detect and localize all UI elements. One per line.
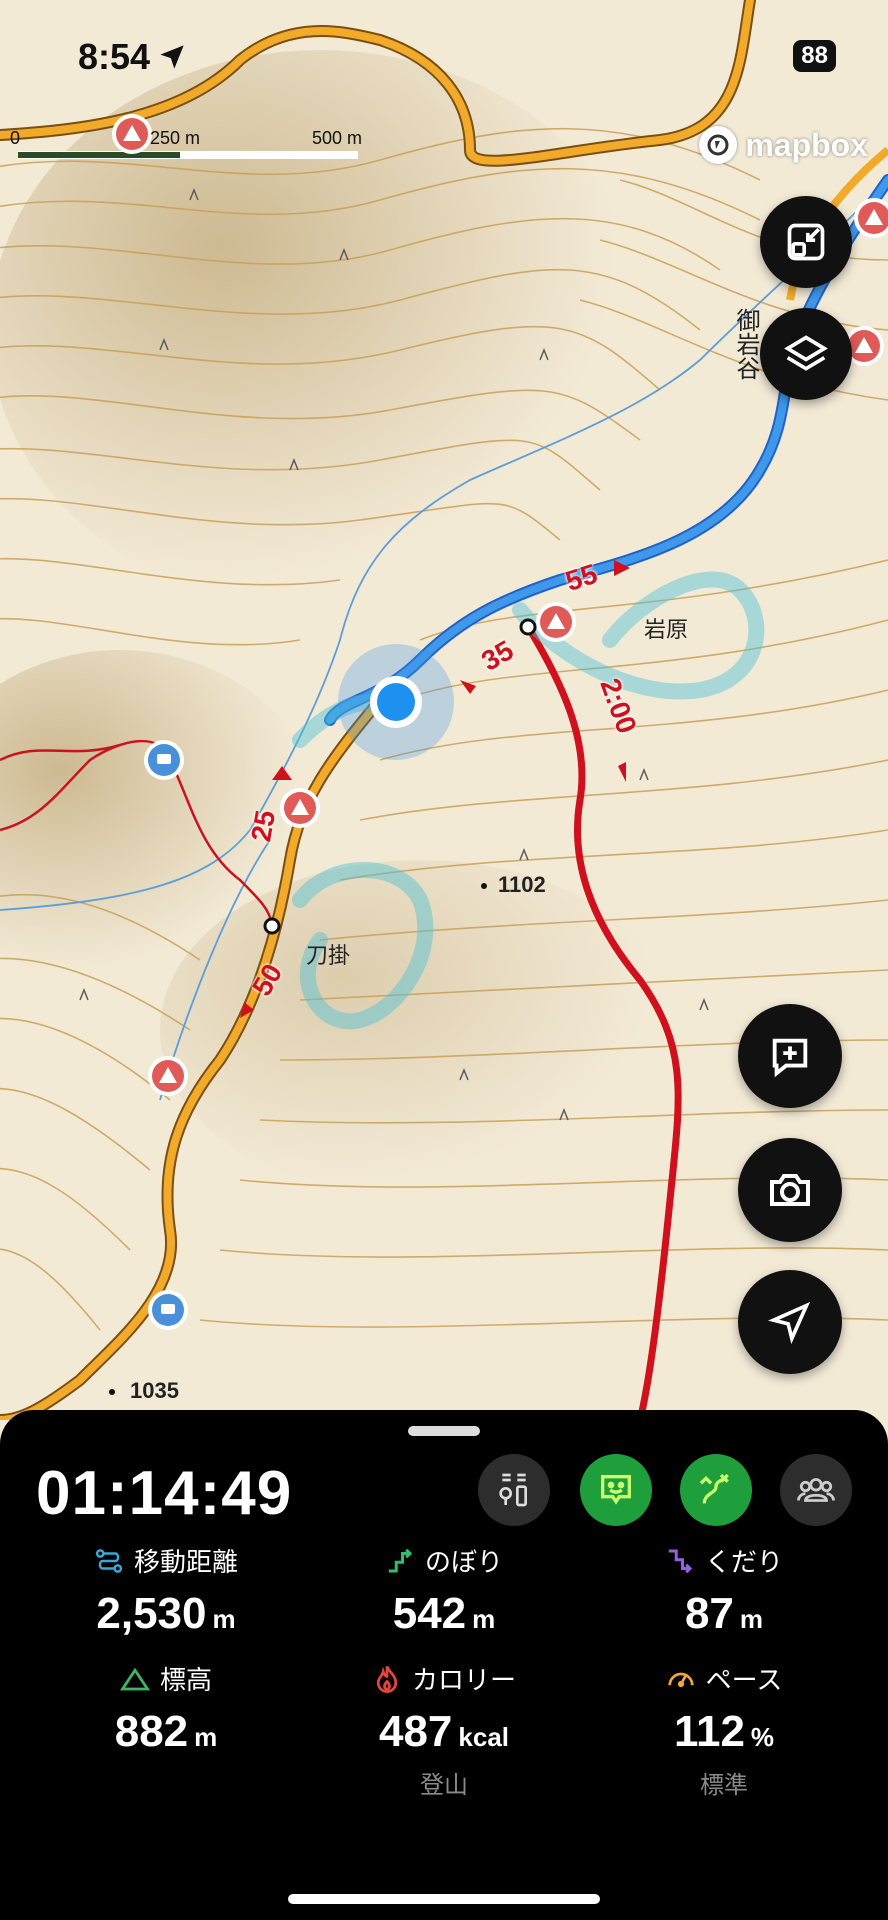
stat-ascent-unit: m (472, 1604, 496, 1634)
stat-pace-unit: % (750, 1722, 775, 1752)
stat-elevation: 標高 882 m (26, 1660, 306, 1757)
speedometer-icon (668, 1672, 694, 1687)
stat-elevation-value: 882 (114, 1707, 189, 1756)
elapsed-time: 01:14:49 (36, 1459, 293, 1528)
stat-pace-sub: 標準 (700, 1772, 748, 1799)
panel-grabber[interactable] (408, 1426, 480, 1436)
stat-distance-label: 移動距離 (133, 1547, 238, 1577)
stat-distance: 移動距離 2,530 m (26, 1542, 306, 1639)
stat-calories-unit: kcal (458, 1722, 510, 1752)
layers-icon (784, 335, 828, 371)
camera-button[interactable] (738, 1138, 842, 1242)
stat-pace-value: 112 (673, 1707, 745, 1756)
label-peak-1035: 1035 (130, 1378, 179, 1403)
stat-elevation-unit: m (194, 1722, 218, 1752)
collapse-button[interactable] (760, 196, 852, 288)
route-pins-icon (499, 1473, 527, 1507)
add-note-button[interactable] (738, 1004, 842, 1108)
mountain-icon (119, 1667, 150, 1690)
stat-calories: カロリー 487 kcal 登山 (304, 1660, 584, 1800)
route-time-25: 25 (245, 807, 282, 844)
stat-distance-unit: m (212, 1604, 236, 1634)
collapse-icon (787, 223, 825, 261)
route-guide-icon (699, 1473, 729, 1504)
status-time-text: 8:54 (78, 36, 151, 77)
flame-icon (376, 1665, 398, 1693)
stat-pace: ペース 112% 標準 (584, 1660, 864, 1800)
group-button[interactable] (780, 1454, 852, 1526)
route-guide-button[interactable] (680, 1454, 752, 1526)
scale-zero-label: 0 (10, 128, 21, 148)
status-time: 8:54 (78, 36, 186, 78)
camera-icon (770, 1174, 810, 1206)
label-iwahara: 岩原 (644, 617, 689, 642)
stat-descent-label: くだり (704, 1547, 783, 1577)
location-services-icon (160, 45, 184, 69)
stat-ascent-value: 542 (392, 1589, 467, 1638)
stat-calories-label: カロリー (411, 1665, 516, 1695)
descent-icon (668, 1549, 693, 1573)
stat-calories-value: 487 (378, 1707, 453, 1756)
route-tool-button[interactable] (478, 1454, 550, 1526)
smile-chat-icon (601, 1475, 631, 1505)
battery-indicator: 88 (793, 40, 836, 72)
mapbox-text: mapbox (745, 126, 868, 163)
locate-button[interactable] (738, 1270, 842, 1374)
ascent-icon (388, 1548, 413, 1572)
scale-end-label: 500 m (312, 128, 363, 148)
stat-ascent-label: のぼり (424, 1547, 503, 1577)
mapbox-logo-icon (699, 126, 738, 164)
stat-descent-value: 87 (684, 1589, 734, 1638)
group-icon (797, 1478, 835, 1502)
home-indicator[interactable] (288, 1894, 600, 1904)
label-peak-1102: 1102 (498, 872, 546, 897)
stat-ascent: のぼり 542 m (304, 1542, 584, 1639)
stat-descent-unit: m (739, 1604, 764, 1634)
add-note-icon (772, 1038, 808, 1078)
label-valley: 御岩谷 (732, 308, 759, 380)
stat-distance-value: 2,530 (96, 1589, 207, 1638)
stat-elevation-label: 標高 (159, 1665, 212, 1695)
mapbox-attribution[interactable]: mapbox (699, 126, 868, 164)
stat-calories-sub: 登山 (420, 1772, 468, 1799)
locate-arrow-icon (768, 1301, 811, 1344)
layers-button[interactable] (760, 308, 852, 400)
activity-panel: 01:14:49 移動距離 2,530 m のぼり 542 m くだり 87 m… (0, 1410, 888, 1920)
stat-pace-label: ペース (705, 1665, 783, 1695)
scale-mid-label: 250 m (150, 128, 201, 148)
distance-icon (95, 1548, 123, 1573)
label-tougake: 刀掛 (306, 943, 351, 968)
stat-descent: くだり 87 m (584, 1542, 864, 1639)
companion-button[interactable] (580, 1454, 652, 1526)
